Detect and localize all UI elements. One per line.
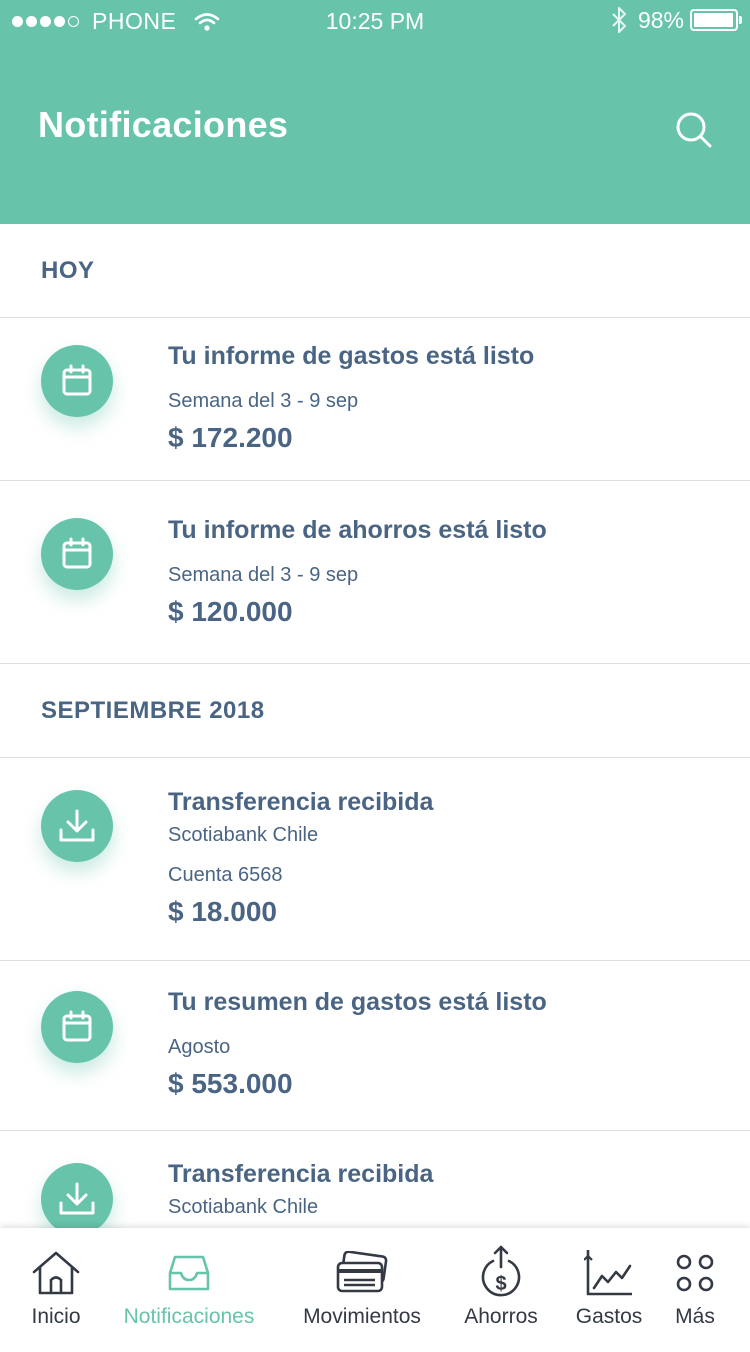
notification-amount: $ 120.000 [168, 596, 293, 627]
status-bar: PHONE 10:25 PM 98% [0, 0, 750, 42]
tab-ahorros[interactable]: $ Ahorros [448, 1228, 554, 1352]
tab-movimientos[interactable]: Movimientos [288, 1228, 436, 1352]
notification-item[interactable]: Tu resumen de gastos está listo Agosto $… [0, 961, 750, 1131]
search-button[interactable] [674, 110, 714, 150]
notification-title: Tu informe de ahorros está listo [168, 516, 547, 544]
download-icon [59, 809, 95, 842]
app-header: PHONE 10:25 PM 98% Notificaciones [0, 0, 750, 224]
notification-detail: Cuenta 6568 [168, 864, 283, 886]
page-title: Notificaciones [38, 104, 289, 145]
notification-item[interactable]: Transferencia recibida Scotiabank Chile [0, 1131, 750, 1228]
search-icon [676, 112, 712, 148]
bluetooth-icon [612, 7, 626, 33]
notification-subtitle: Scotiabank Chile [168, 824, 319, 846]
notification-subtitle: Semana del 3 - 9 sep [168, 390, 359, 412]
tab-label: Inicio [31, 1305, 81, 1328]
tab-label: Gastos [575, 1305, 643, 1328]
cards-icon [335, 1248, 389, 1298]
tab-label: Ahorros [464, 1305, 538, 1328]
notification-title: Tu informe de gastos está listo [168, 342, 535, 370]
notification-title: Tu resumen de gastos está listo [168, 988, 547, 1016]
tab-label: Más [675, 1305, 715, 1328]
tab-notificaciones[interactable]: Notificaciones [112, 1228, 266, 1352]
notification-item[interactable]: Transferencia recibida Scotiabank Chile … [0, 758, 750, 961]
tab-inicio[interactable]: Inicio [0, 1228, 112, 1352]
calendar-icon [62, 537, 92, 569]
notification-subtitle: Semana del 3 - 9 sep [168, 564, 359, 586]
notification-item[interactable]: Tu informe de gastos está listo Semana d… [0, 318, 750, 481]
savings-icon: $ [479, 1245, 523, 1298]
chart-icon [584, 1248, 634, 1298]
notification-amount: $ 553.000 [168, 1068, 293, 1099]
notification-title: Transferencia recibida [168, 1160, 434, 1188]
svg-text:$: $ [495, 1273, 506, 1295]
notification-subtitle: Scotiabank Chile [168, 1196, 319, 1218]
notification-icon [41, 1163, 113, 1228]
notification-title: Transferencia recibida [168, 788, 434, 816]
download-icon [59, 1182, 95, 1215]
notification-icon [41, 991, 113, 1063]
notification-icon [41, 790, 113, 862]
notification-icon [41, 345, 113, 417]
inbox-icon [166, 1248, 212, 1298]
status-right: 98% [610, 6, 742, 34]
notification-amount: $ 172.200 [168, 422, 293, 453]
battery-percent: 98% [637, 6, 684, 33]
tab-mas[interactable]: Más [656, 1228, 734, 1352]
calendar-icon [62, 364, 92, 396]
notifications-list[interactable]: HOY Tu informe de gastos está listo Sema… [0, 224, 750, 1228]
battery-icon [690, 9, 742, 31]
tab-label: Notificaciones [123, 1305, 255, 1328]
notification-subtitle: Agosto [168, 1036, 231, 1058]
tab-gastos[interactable]: Gastos [562, 1228, 656, 1352]
section-header-today: HOY [0, 224, 750, 318]
notification-item[interactable]: Tu informe de ahorros está listo Semana … [0, 481, 750, 664]
notification-amount: $ 18.000 [168, 896, 277, 927]
tab-label: Movimientos [303, 1305, 421, 1328]
battery-fill [694, 13, 734, 27]
tab-bar: Inicio Notificaciones Movimientos $ Ahor… [0, 1228, 750, 1352]
notification-icon [41, 518, 113, 590]
more-icon [673, 1248, 717, 1298]
section-header-september: SEPTIEMBRE 2018 [0, 664, 750, 758]
home-icon [31, 1248, 81, 1298]
calendar-icon [62, 1010, 92, 1042]
